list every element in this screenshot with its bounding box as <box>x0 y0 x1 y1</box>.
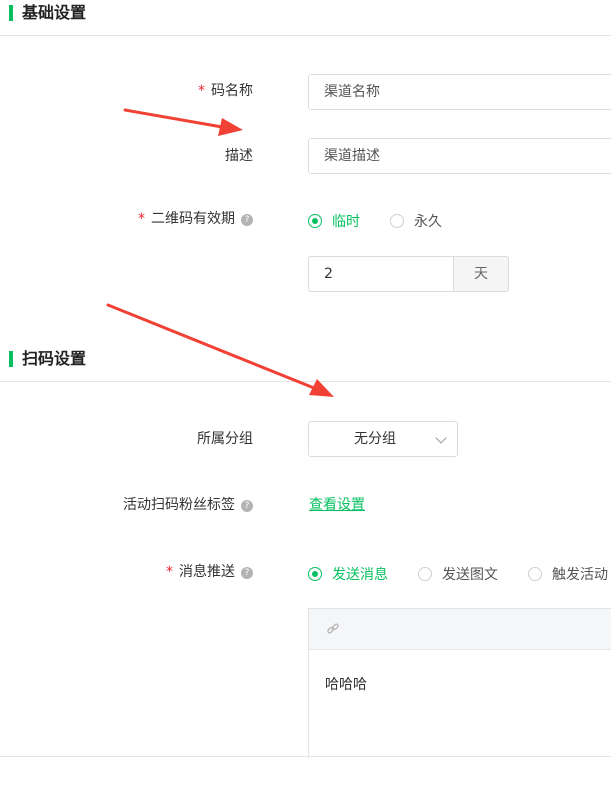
editor-content[interactable]: 哈哈哈 <box>325 675 367 695</box>
message-editor[interactable]: 哈哈哈 <box>308 608 611 758</box>
group-select[interactable]: 无分组 <box>308 421 458 457</box>
view-settings-link[interactable]: 查看设置 <box>309 495 365 515</box>
basic-settings-header: 基础设置 <box>0 0 611 36</box>
fan-tag-label: 活动扫码粉丝标签? <box>123 495 253 515</box>
group-select-value: 无分组 <box>354 431 396 447</box>
chevron-down-icon <box>435 432 447 444</box>
radio-dot <box>308 214 322 228</box>
description-input[interactable] <box>308 138 611 174</box>
scan-settings-header: 扫码设置 <box>0 346 611 382</box>
question-circle-icon[interactable]: ? <box>241 214 253 226</box>
required-mark: * <box>166 564 173 580</box>
message-push-label: * 消息推送? <box>166 562 253 582</box>
required-mark: * <box>138 211 145 227</box>
question-circle-icon[interactable]: ? <box>241 567 253 579</box>
basic-settings-title: 基础设置 <box>22 3 87 22</box>
radio-dot <box>418 567 432 581</box>
push-trigger-activity-radio[interactable]: 触发活动 <box>528 564 608 584</box>
code-name-input[interactable] <box>308 74 611 110</box>
section-accent-bar <box>9 5 13 21</box>
scan-settings-title: 扫码设置 <box>22 349 87 368</box>
qr-validity-label: * 二维码有效期? <box>138 209 253 229</box>
arrow-icon <box>123 108 243 136</box>
section-accent-bar <box>9 351 13 367</box>
basic-settings-divider <box>0 35 611 36</box>
required-mark: * <box>198 83 205 99</box>
description-label: 描述 <box>225 148 253 164</box>
days-unit-addon: 天 <box>454 256 509 292</box>
scan-settings-divider <box>0 381 611 382</box>
radio-dot <box>308 567 322 581</box>
link-icon[interactable] <box>326 622 340 636</box>
validity-temporary-radio[interactable]: 临时 <box>308 211 360 231</box>
validity-permanent-radio[interactable]: 永久 <box>390 211 442 231</box>
push-send-message-radio[interactable]: 发送消息 <box>308 564 388 584</box>
editor-toolbar <box>309 609 611 650</box>
push-send-article-radio[interactable]: 发送图文 <box>418 564 498 584</box>
radio-dot <box>390 214 404 228</box>
bottom-divider <box>0 756 611 757</box>
code-name-label: * 码名称 <box>198 83 253 99</box>
validity-days-input[interactable] <box>308 256 454 292</box>
radio-dot <box>528 567 542 581</box>
question-circle-icon[interactable]: ? <box>241 500 253 512</box>
group-label: 所属分组 <box>197 431 253 447</box>
